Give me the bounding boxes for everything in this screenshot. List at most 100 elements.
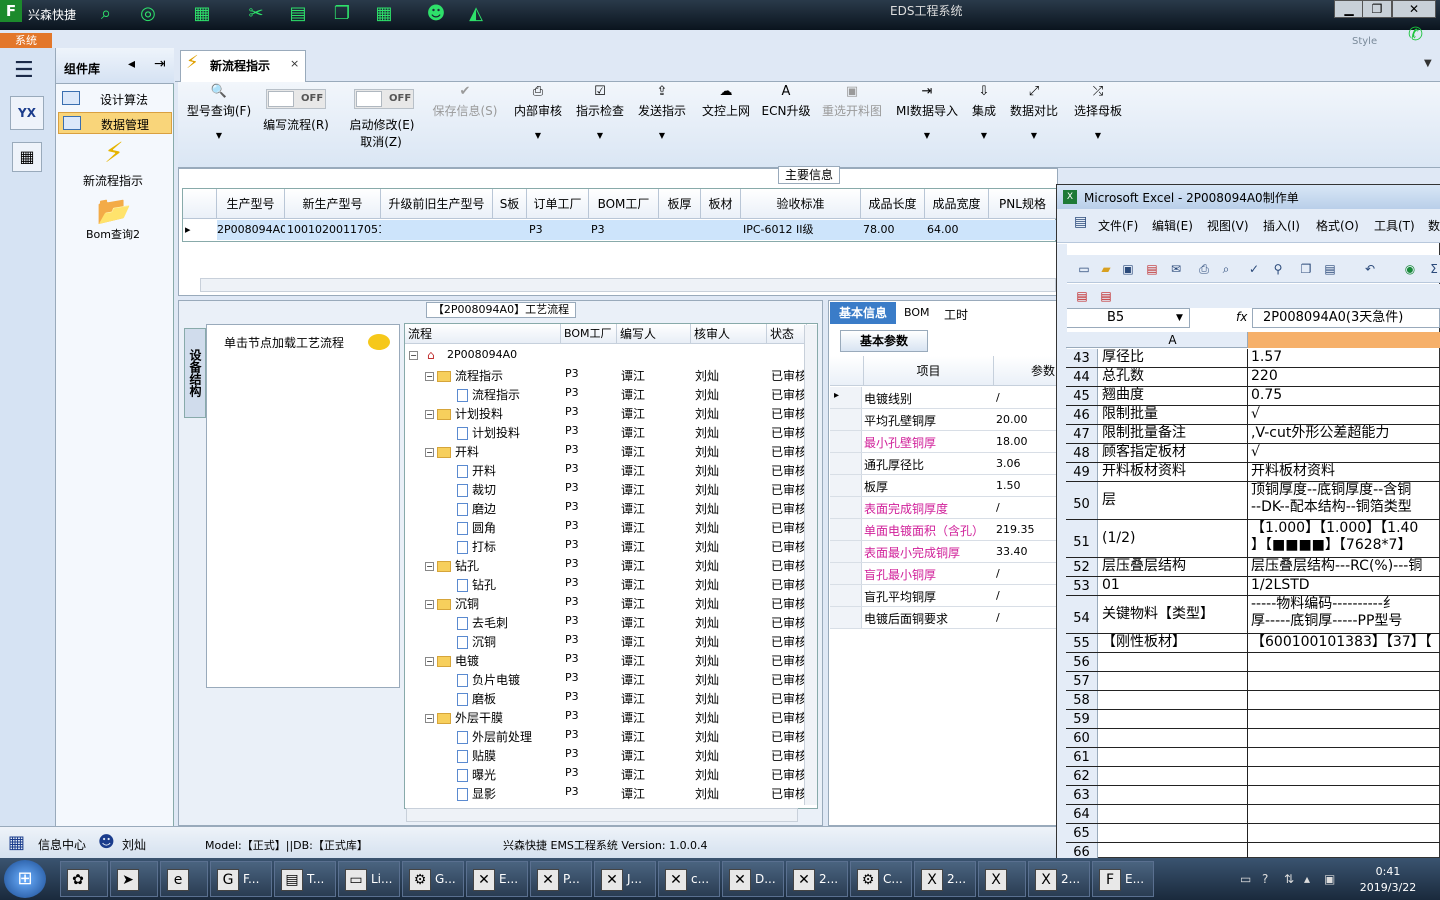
taskbar-item[interactable]: ✕ c... [658,861,720,897]
taskbar-item[interactable]: ✕ P... [530,861,592,897]
sheet-row[interactable]: 47 限制批量备注 ,V-cut外形公差超能力 [1066,425,1440,444]
tab-basic-params[interactable]: 基本参数 [840,330,928,352]
param-value[interactable]: 18.00 [996,435,1028,448]
cell-b[interactable] [1249,824,1440,842]
sidebar-item-design-algorithm[interactable]: 设计算法 [58,88,172,110]
collapse-icon[interactable]: − [425,657,434,666]
column-header[interactable]: BOM工厂 [589,189,659,219]
taskbar-item[interactable]: ✕ J... [594,861,656,897]
tree-row[interactable]: 开料 P3 谭江 刘灿 已审核 [405,460,807,479]
tree-row[interactable]: 裁切 P3 谭江 刘灿 已审核 [405,479,807,498]
column-header[interactable]: 状态 [767,324,807,344]
name-box[interactable]: B5 [1066,308,1190,328]
integrate-button[interactable]: ⇩ 集成 ▼ [966,84,1002,140]
permission-icon[interactable]: ▤ [1144,261,1160,277]
sheet-row[interactable]: 59 [1066,710,1440,729]
open-folder-icon[interactable]: ▰ [1098,261,1114,277]
column-header[interactable]: 编写人 [617,324,691,344]
scissors-icon[interactable]: ✂ [244,3,268,25]
sheet-row[interactable]: 64 [1066,805,1440,824]
row-number[interactable]: 49 [1066,463,1098,481]
tree-row[interactable]: 曝光 P3 谭江 刘灿 已审核 [405,764,807,783]
autosum-icon[interactable]: Σ [1426,261,1440,277]
sheet-row[interactable]: 58 [1066,691,1440,710]
print-icon[interactable]: ⎙ [1196,261,1212,277]
cell-a[interactable] [1100,729,1248,747]
cell-a[interactable]: 限制批量 [1100,406,1248,424]
tree-row[interactable]: − 沉铜 P3 谭江 刘灿 已审核 [405,593,807,612]
toggle-switch[interactable]: OFF [354,89,414,109]
cell-a[interactable]: 翘曲度 [1100,387,1248,405]
sheet-row[interactable]: 43 厚径比 1.57 [1066,349,1440,368]
cell-a[interactable]: (1/2) [1100,520,1248,557]
tree-row[interactable]: 贴膜 P3 谭江 刘灿 已审核 [405,745,807,764]
row-selector[interactable] [830,453,862,474]
param-row[interactable]: 平均孔壁铜厚 20.00 [830,409,1058,431]
cell-b[interactable]: √ [1249,444,1440,462]
grid-icon[interactable]: ▦ [372,3,396,25]
sheet-row[interactable]: 48 顾客指定板材 √ [1066,444,1440,463]
column-header[interactable]: 参数 [994,356,1058,386]
param-value[interactable]: / [996,501,1000,514]
cell-a[interactable] [1100,691,1248,709]
big-item-bom-query[interactable]: Bom查询2 [58,226,168,242]
tree-row[interactable]: − 开料 P3 谭江 刘灿 已审核 [405,441,807,460]
tab-work-hours[interactable]: 工时 [944,306,968,323]
taskbar-item[interactable]: ✕ D... [722,861,784,897]
taskbar-item[interactable]: ▭ Li... [338,861,400,897]
spelling-icon[interactable]: ✓ [1246,261,1262,277]
copy-icon[interactable]: ❐ [330,3,354,25]
film-icon[interactable]: ▤ [286,3,310,25]
info-center-label[interactable]: 信息中心 [38,836,86,853]
grid-cell[interactable]: P3 [589,220,659,240]
taskbar-item[interactable]: ✕ E... [466,861,528,897]
new-file-icon[interactable]: ▭ [1076,261,1092,277]
column-header[interactable]: 板厚 [659,189,701,219]
cell-b[interactable] [1249,729,1440,747]
row-number[interactable]: 44 [1066,368,1098,386]
column-header[interactable]: S板 [493,189,527,219]
system-clock[interactable]: 0:41 2019/3/22 [1356,864,1420,896]
calculator-icon[interactable]: ▦ [12,142,42,172]
param-value[interactable]: / [996,589,1000,602]
row-selector[interactable] [830,541,862,562]
cancel-button[interactable]: 取消(Z) [348,133,414,150]
cell-b[interactable]: 【1.000】【1.000】【1.40 】【■■■■】【7628*7】 [1249,520,1440,557]
row-number[interactable]: 57 [1066,672,1098,690]
big-item-new-process[interactable]: 新流程指示 [58,172,168,189]
row-selector[interactable] [830,475,862,496]
grid-cell[interactable]: 64.00 [925,220,989,240]
ecn-upgrade-button[interactable]: A ECN升级 [760,84,812,119]
tab-basic-info[interactable]: 基本信息 [830,302,896,324]
cell-b[interactable]: 1.57 [1249,349,1440,367]
cell-b[interactable]: 0.75 [1249,387,1440,405]
cell-a[interactable] [1100,824,1248,842]
minimize-button[interactable]: ▁ [1334,0,1364,18]
row-selector[interactable] [830,563,862,584]
vertical-scrollbar[interactable] [804,325,817,805]
sidebar-item-data-management[interactable]: 数据管理 [58,112,172,134]
row-selector[interactable] [830,431,862,452]
doc-control-online-button[interactable]: ☁ 文控上网 [698,84,754,119]
horizontal-scrollbar[interactable] [406,808,798,822]
column-header[interactable]: 生产型号 [217,189,285,219]
tree-row[interactable]: 流程指示 P3 谭江 刘灿 已审核 [405,384,807,403]
cell-a[interactable]: 【刚性板材】 [1100,634,1248,652]
column-header-b[interactable] [1248,332,1440,348]
collapse-icon[interactable]: − [425,562,434,571]
param-row[interactable]: 板厚 1.50 [830,475,1058,497]
formula-bar[interactable]: 2P008094A0(3天急件) [1252,308,1440,328]
cell-b[interactable] [1249,653,1440,671]
grid-cell[interactable]: 10010200117051 [285,220,381,240]
column-header[interactable]: 流程 [405,324,561,344]
row-number[interactable]: 43 [1066,349,1098,367]
column-header-a[interactable]: A [1098,332,1248,348]
param-value[interactable]: / [996,611,1000,624]
tab-device-structure[interactable]: 设备结构 [184,328,206,418]
menu-data[interactable]: 数 [1428,217,1440,234]
cell-b[interactable]: 1/2LSTD [1249,577,1440,595]
tab-bom[interactable]: BOM [904,306,930,319]
grid-cell[interactable] [701,220,741,240]
row-number[interactable]: 48 [1066,444,1098,462]
param-row[interactable]: 盲孔最小铜厚 / [830,563,1058,585]
